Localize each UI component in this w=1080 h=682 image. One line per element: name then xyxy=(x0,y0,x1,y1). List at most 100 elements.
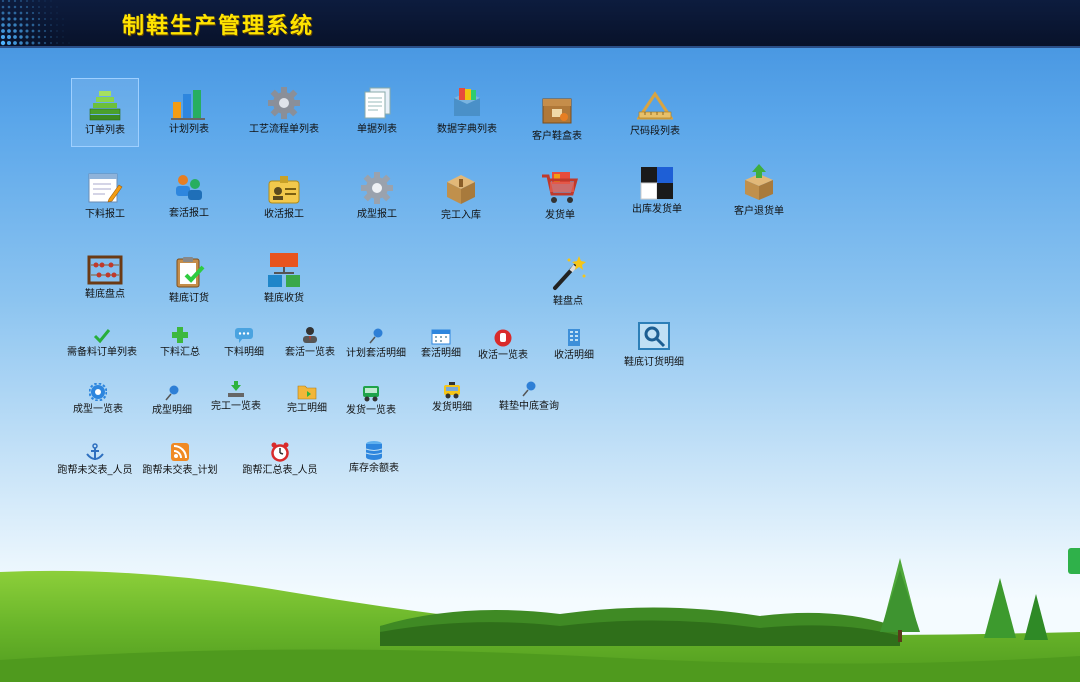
sole-receiving-label: 鞋底收货 xyxy=(264,293,304,304)
folder-icon xyxy=(297,385,317,400)
completion-detail-button[interactable]: 完工明细 xyxy=(285,383,329,414)
customer-shoebox-list-label: 客户鞋盒表 xyxy=(532,131,582,142)
building-icon xyxy=(568,329,580,346)
outbound-shipping-order-button[interactable]: 出库发货单 xyxy=(630,166,684,215)
completion-storage-label: 完工入库 xyxy=(441,210,481,221)
check-icon xyxy=(93,329,111,344)
order-list-button[interactable]: 订单列表 xyxy=(71,78,139,147)
calendar-icon xyxy=(431,329,451,345)
customer-return-order-button[interactable]: 客户退货单 xyxy=(732,164,786,217)
app-title: 制鞋生产管理系统 xyxy=(122,14,315,39)
pushpin-icon xyxy=(165,385,179,401)
taxi-icon xyxy=(444,382,460,399)
data-dictionary-list-label: 数据字典列表 xyxy=(437,124,497,135)
sole-receiving-button[interactable]: 鞋底收货 xyxy=(262,251,306,304)
order-list-label: 订单列表 xyxy=(85,125,125,136)
material-order-list-button[interactable]: 需备料订单列表 xyxy=(66,328,138,358)
sole-inventory-label: 鞋底盘点 xyxy=(85,289,125,300)
assembly-detail-button[interactable]: 套活明细 xyxy=(418,328,464,359)
title-bar: 制鞋生产管理系统 xyxy=(0,0,1080,48)
car-icon xyxy=(363,386,379,402)
assembly-overview-button[interactable]: 套活一览表 xyxy=(284,326,336,358)
user-icon xyxy=(303,327,317,343)
document-stack-icon xyxy=(364,87,391,119)
receiving-report-button[interactable]: 收活报工 xyxy=(262,173,306,220)
receiving-overview-button[interactable]: 收活一览表 xyxy=(476,329,530,361)
sole-order-detail-label: 鞋底订货明细 xyxy=(624,357,684,368)
insole-midsole-query-button[interactable]: 鞋垫中底查询 xyxy=(498,380,560,412)
alarm-clock-icon xyxy=(271,442,289,462)
cutting-report-button[interactable]: 下料报工 xyxy=(82,171,128,220)
landscape-background xyxy=(0,558,1080,682)
assembly-overview-label: 套活一览表 xyxy=(285,347,335,358)
plan-assembly-detail-button[interactable]: 计划套活明细 xyxy=(346,327,406,359)
molding-detail-button[interactable]: 成型明细 xyxy=(150,384,194,416)
inventory-balance-button[interactable]: 库存余额表 xyxy=(348,440,400,474)
shipping-detail-button[interactable]: 发货明细 xyxy=(430,381,474,413)
molding-overview-label: 成型一览表 xyxy=(73,404,123,415)
assembly-report-button[interactable]: 套活报工 xyxy=(167,172,211,219)
users-group-icon xyxy=(176,175,202,200)
inventory-balance-label: 库存余额表 xyxy=(349,463,399,474)
shipping-detail-label: 发货明细 xyxy=(432,402,472,413)
pushpin-icon xyxy=(369,328,383,344)
data-dictionary-list-button[interactable]: 数据字典列表 xyxy=(436,86,498,135)
gear-icon xyxy=(89,383,107,401)
upper-summary-by-person-button[interactable]: 跑帮汇总表_人员 xyxy=(242,442,318,476)
upper-unsubmitted-by-person-button[interactable]: 跑帮未交表_人员 xyxy=(57,443,133,476)
sole-order-detail-button[interactable]: 鞋底订货明细 xyxy=(620,321,688,368)
receiving-detail-button[interactable]: 收活明细 xyxy=(551,328,597,361)
notepad-pencil-icon xyxy=(88,173,123,203)
plan-list-button[interactable]: 计划列表 xyxy=(162,86,216,135)
completion-overview-button[interactable]: 完工一览表 xyxy=(210,380,262,412)
insole-midsole-query-label: 鞋垫中底查询 xyxy=(499,401,559,412)
gear-icon xyxy=(361,172,393,204)
completion-storage-button[interactable]: 完工入库 xyxy=(439,170,483,221)
shipping-order-label: 发货单 xyxy=(545,210,575,221)
upper-unsubmitted-by-plan-label: 跑帮未交表_计划 xyxy=(142,465,218,476)
document-list-button[interactable]: 单据列表 xyxy=(352,86,402,135)
completion-detail-label: 完工明细 xyxy=(287,403,327,414)
outbound-shipping-order-label: 出库发货单 xyxy=(632,204,682,215)
cutting-detail-label: 下料明细 xyxy=(224,347,264,358)
cutting-detail-button[interactable]: 下料明细 xyxy=(221,327,267,358)
molding-overview-button[interactable]: 成型一览表 xyxy=(72,383,124,415)
upper-unsubmitted-by-plan-button[interactable]: 跑帮未交表_计划 xyxy=(142,442,218,476)
gear-icon xyxy=(268,87,300,119)
plus-icon xyxy=(172,327,188,343)
plan-assembly-detail-label: 计划套活明细 xyxy=(346,348,406,359)
shipping-overview-button[interactable]: 发货一览表 xyxy=(346,384,396,416)
shoe-inventory-button[interactable]: 鞋盘点 xyxy=(546,254,590,307)
side-tab-handle[interactable] xyxy=(1068,548,1080,574)
molding-report-button[interactable]: 成型报工 xyxy=(355,171,399,220)
cutting-report-label: 下料报工 xyxy=(85,209,125,220)
anchor-icon xyxy=(86,443,104,460)
receiving-report-label: 收活报工 xyxy=(264,209,304,220)
molding-detail-label: 成型明细 xyxy=(152,405,192,416)
assembly-report-label: 套活报工 xyxy=(169,208,209,219)
molding-report-label: 成型报工 xyxy=(357,209,397,220)
plan-list-label: 计划列表 xyxy=(169,124,209,135)
cutting-summary-button[interactable]: 下料汇总 xyxy=(157,326,203,358)
material-order-list-label: 需备料订单列表 xyxy=(67,347,137,358)
receiving-detail-label: 收活明细 xyxy=(554,350,594,361)
upper-unsubmitted-by-person-label: 跑帮未交表_人员 xyxy=(57,465,133,476)
customer-shoebox-list-button[interactable]: 客户鞋盒表 xyxy=(530,93,584,142)
chat-bubble-icon xyxy=(235,328,253,343)
sole-inventory-button[interactable]: 鞋底盘点 xyxy=(83,255,127,300)
cutting-summary-label: 下料汇总 xyxy=(160,347,200,358)
process-flow-list-button[interactable]: 工艺流程单列表 xyxy=(248,86,320,135)
sole-ordering-button[interactable]: 鞋底订货 xyxy=(167,255,211,304)
book-box-icon xyxy=(454,88,480,116)
parcel-box-icon xyxy=(542,98,572,124)
rss-icon xyxy=(171,443,189,461)
shipping-order-button[interactable]: 发货单 xyxy=(538,170,582,221)
customer-return-order-label: 客户退货单 xyxy=(734,206,784,217)
completion-overview-label: 完工一览表 xyxy=(211,401,261,412)
sole-ordering-label: 鞋底订货 xyxy=(169,293,209,304)
cardboard-box-icon xyxy=(447,175,475,204)
size-range-list-button[interactable]: 尺码段列表 xyxy=(628,90,682,137)
ruler-triangle-icon xyxy=(637,91,673,120)
receiving-overview-label: 收活一览表 xyxy=(478,350,528,361)
org-chart-icon xyxy=(268,253,300,287)
